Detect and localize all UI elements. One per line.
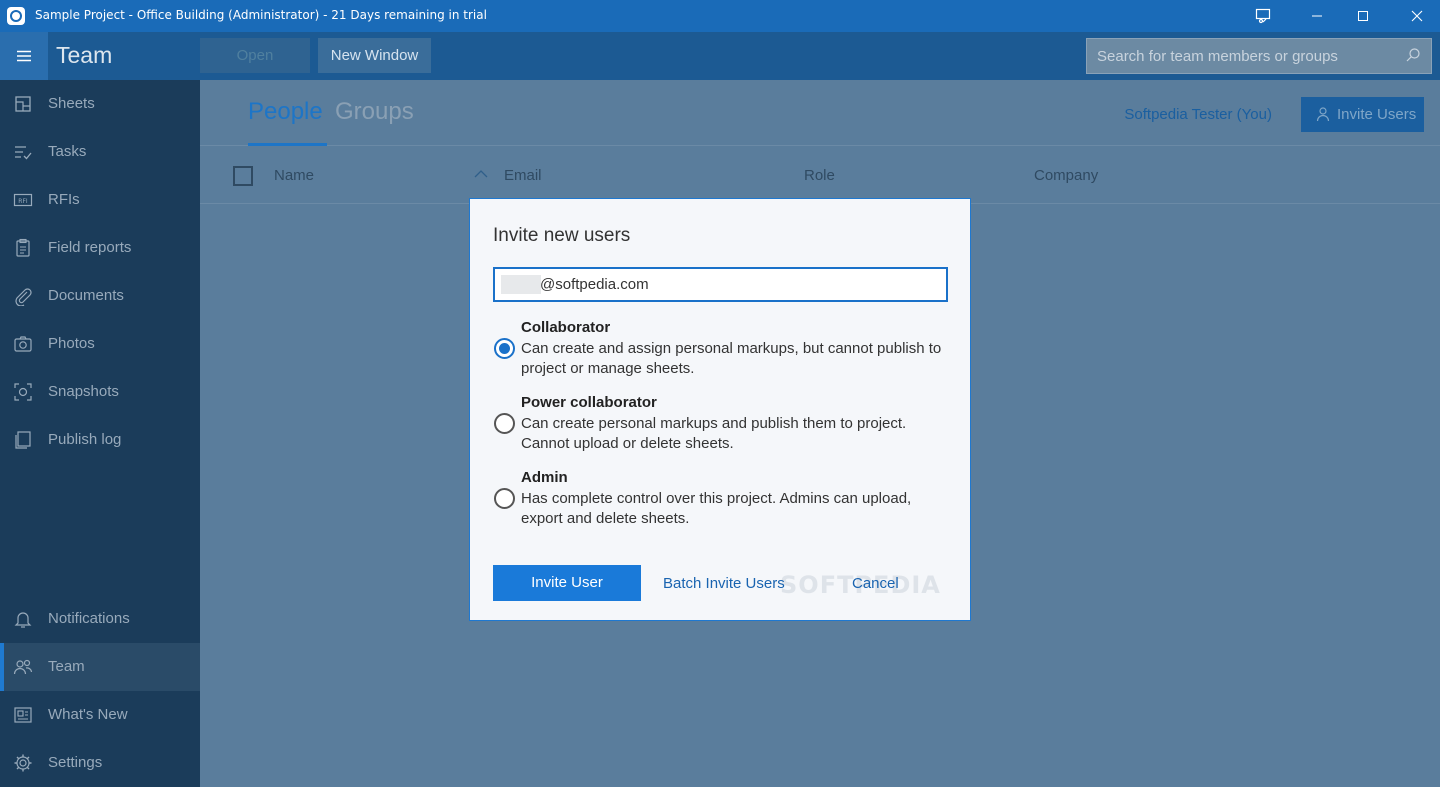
sidebar-item-notifications[interactable]: Notifications bbox=[0, 595, 200, 643]
column-header-email[interactable]: Email bbox=[504, 167, 542, 184]
email-field[interactable] bbox=[493, 267, 948, 302]
news-icon bbox=[14, 707, 32, 723]
close-icon[interactable] bbox=[1394, 0, 1440, 32]
window-title: Sample Project - Office Building (Admini… bbox=[35, 8, 487, 22]
hamburger-menu-icon[interactable] bbox=[0, 32, 48, 80]
batch-invite-users-link[interactable]: Batch Invite Users bbox=[663, 575, 785, 592]
search-box bbox=[1086, 38, 1432, 74]
column-header-company[interactable]: Company bbox=[1034, 167, 1098, 184]
page-title: Team bbox=[56, 42, 113, 68]
tab-people[interactable]: People bbox=[248, 98, 323, 126]
sheets-icon bbox=[15, 96, 31, 112]
role-name: Collaborator bbox=[521, 319, 611, 336]
sidebar-item-label: Publish log bbox=[48, 431, 122, 448]
radio-collaborator[interactable] bbox=[494, 338, 515, 359]
cancel-button[interactable]: Cancel bbox=[852, 575, 899, 592]
sidebar-item-photos[interactable]: Photos bbox=[0, 320, 200, 368]
sidebar-item-documents[interactable]: Documents bbox=[0, 272, 200, 320]
tasks-icon bbox=[15, 146, 32, 160]
sort-ascending-icon[interactable] bbox=[474, 169, 488, 179]
role-name: Admin bbox=[521, 469, 568, 486]
sidebar-item-label: Team bbox=[48, 658, 85, 675]
maximize-icon[interactable] bbox=[1340, 0, 1386, 32]
email-input[interactable] bbox=[540, 269, 940, 300]
sidebar-item-label: Snapshots bbox=[48, 383, 119, 400]
clipboard-icon bbox=[16, 238, 30, 257]
table-header: Name Email Role Company bbox=[200, 147, 1440, 204]
radio-admin[interactable] bbox=[494, 488, 515, 509]
camera-icon bbox=[14, 336, 32, 352]
sidebar-item-tasks[interactable]: Tasks bbox=[0, 128, 200, 176]
paperclip-icon bbox=[15, 288, 32, 306]
sidebar-item-settings[interactable]: Settings bbox=[0, 739, 200, 787]
svg-text:RFI: RFI bbox=[18, 198, 28, 205]
redacted-text bbox=[501, 275, 541, 294]
sidebar-item-rfis[interactable]: RFI RFIs bbox=[0, 176, 200, 224]
search-input[interactable] bbox=[1097, 39, 1397, 73]
search-icon[interactable] bbox=[1405, 47, 1421, 63]
bell-icon bbox=[14, 612, 32, 628]
sidebar-item-label: Documents bbox=[48, 287, 124, 304]
sidebar-item-label: RFIs bbox=[48, 191, 80, 208]
invite-users-button[interactable]: Invite Users bbox=[1301, 97, 1424, 132]
select-all-checkbox[interactable] bbox=[233, 166, 253, 186]
user-icon bbox=[1316, 107, 1330, 122]
sidebar-item-snapshots[interactable]: Snapshots bbox=[0, 368, 200, 416]
sidebar-item-whats-new[interactable]: What's New bbox=[0, 691, 200, 739]
sidebar-item-sheets[interactable]: Sheets bbox=[0, 80, 200, 128]
rfi-icon: RFI bbox=[13, 193, 33, 207]
invite-users-dialog: Invite new users Collaborator Can create… bbox=[469, 198, 971, 621]
radio-power-collaborator[interactable] bbox=[494, 413, 515, 434]
column-header-name[interactable]: Name bbox=[274, 167, 314, 184]
sidebar-item-publish-log[interactable]: Publish log bbox=[0, 416, 200, 464]
current-user-label[interactable]: Softpedia Tester (You) bbox=[1124, 106, 1272, 123]
sidebar: Sheets Tasks RFI RFIs Field reports Docu… bbox=[0, 80, 200, 787]
snapshot-icon bbox=[14, 383, 32, 401]
sidebar-item-field-reports[interactable]: Field reports bbox=[0, 224, 200, 272]
role-name: Power collaborator bbox=[521, 394, 657, 411]
sidebar-item-label: What's New bbox=[48, 706, 128, 723]
app-logo-icon bbox=[7, 7, 25, 25]
invite-user-button[interactable]: Invite User bbox=[493, 565, 641, 601]
open-project-button[interactable]: Open Project bbox=[200, 38, 310, 99]
sidebar-item-label: Tasks bbox=[48, 143, 87, 160]
role-description: Can create and assign personal markups, … bbox=[521, 340, 942, 377]
active-tab-indicator bbox=[248, 143, 327, 146]
present-icon[interactable] bbox=[1240, 0, 1286, 32]
publish-log-icon bbox=[15, 431, 31, 449]
sidebar-item-team[interactable]: Team bbox=[0, 643, 200, 691]
sidebar-item-label: Sheets bbox=[48, 95, 95, 112]
invite-users-label: Invite Users bbox=[1337, 106, 1417, 123]
role-description: Has complete control over this project. … bbox=[521, 490, 912, 527]
minimize-icon[interactable] bbox=[1294, 0, 1340, 32]
sidebar-item-label: Field reports bbox=[48, 239, 132, 256]
role-description: Can create personal markups and publish … bbox=[521, 415, 907, 452]
sidebar-item-label: Settings bbox=[48, 754, 103, 771]
column-header-role[interactable]: Role bbox=[804, 167, 835, 184]
sidebar-item-label: Notifications bbox=[48, 610, 130, 627]
dialog-title: Invite new users bbox=[493, 225, 631, 246]
tabs-bar: People Groups Softpedia Tester (You) Inv… bbox=[200, 80, 1440, 146]
tab-groups[interactable]: Groups bbox=[335, 98, 414, 126]
app-header: Team Open Project New Window bbox=[0, 32, 1440, 99]
sidebar-item-label: Photos bbox=[48, 335, 95, 352]
team-icon bbox=[13, 659, 33, 675]
new-window-button[interactable]: New Window bbox=[318, 38, 431, 73]
gear-icon bbox=[14, 754, 32, 772]
title-bar: Sample Project - Office Building (Admini… bbox=[0, 0, 1440, 32]
